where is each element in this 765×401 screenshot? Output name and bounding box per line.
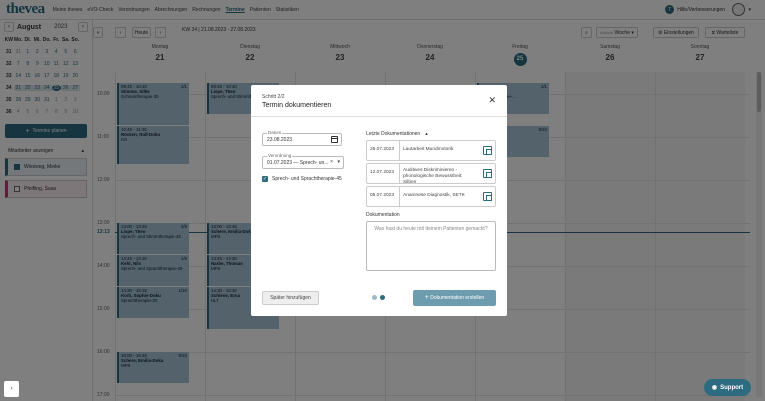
last-docs-header[interactable]: Letzte Dokumentationen ▴: [366, 131, 428, 137]
date-label: Datum: [267, 130, 283, 135]
support-label: Support: [720, 384, 744, 391]
dialog-step: Schritt 2/2: [262, 94, 285, 100]
calendar-icon[interactable]: [331, 136, 338, 143]
close-icon[interactable]: ✕: [488, 96, 496, 105]
expand-button[interactable]: ›: [4, 381, 19, 397]
last-doc-text: Lautarbeit Mundmotorik: [403, 147, 454, 152]
plus-icon: +: [424, 294, 429, 301]
clear-icon[interactable]: ×: [330, 159, 333, 165]
dialog-title: Termin dokumentieren: [262, 102, 332, 109]
copy-button[interactable]: [480, 164, 495, 183]
chat-icon: ◉: [711, 385, 718, 391]
document-appointment-dialog: Schritt 2/2 Termin dokumentieren ✕ 23.08…: [251, 85, 507, 316]
prescription-value: 01.07.2023 — Sprech- un...: [267, 159, 329, 166]
last-doc-item: 26.07.2023 Lautarbeit Mundmotorik: [366, 140, 496, 161]
copy-icon: [483, 146, 492, 155]
last-docs-label: Letzte Dokumentationen: [366, 131, 421, 137]
copy-button[interactable]: [480, 187, 495, 206]
therapy-checkbox-row[interactable]: ✓ Sprech- und Sprachtherapie-45: [262, 176, 342, 182]
support-button[interactable]: ◉ Support: [704, 379, 751, 396]
checkmark-icon[interactable]: ✓: [262, 176, 268, 182]
caret-up-icon: ▴: [425, 131, 428, 137]
dialog-divider: [251, 116, 507, 117]
create-documentation-button[interactable]: + Dokumentation erstellen: [413, 290, 496, 306]
step-dot: [372, 295, 377, 300]
copy-icon: [483, 169, 492, 178]
copy-icon: [483, 192, 492, 201]
copy-button[interactable]: [480, 141, 495, 160]
add-later-button[interactable]: Später hinzufügen: [262, 291, 319, 305]
date-value: 23.08.2023: [267, 136, 293, 143]
therapy-label: Sprech- und Sprachtherapie-45: [272, 176, 342, 182]
step-indicator: [372, 295, 385, 300]
last-doc-item: 12.07.2023 Auditives Diskriminieren - ph…: [366, 163, 496, 185]
step-dot-active: [380, 295, 385, 300]
last-doc-date: 05.07.2023: [367, 187, 400, 206]
last-doc-text: Anamnese Diagnostik, SETK: [403, 193, 465, 198]
prescription-label: Verordnung: [267, 153, 293, 158]
last-doc-item: 05.07.2023 Anamnese Diagnostik, SETK: [366, 186, 496, 207]
documentation-textarea[interactable]: Was hast du heute mit deinem Patienten g…: [366, 221, 496, 271]
last-doc-date: 12.07.2023: [367, 164, 400, 183]
last-doc-text: Auditives Diskriminieren - phonologische…: [403, 168, 463, 185]
create-documentation-label: Dokumentation erstellen: [430, 295, 485, 301]
documentation-label: Dokumentation: [366, 212, 400, 218]
chevron-down-icon: ▾: [337, 159, 340, 165]
last-doc-date: 26.07.2023: [367, 141, 400, 160]
